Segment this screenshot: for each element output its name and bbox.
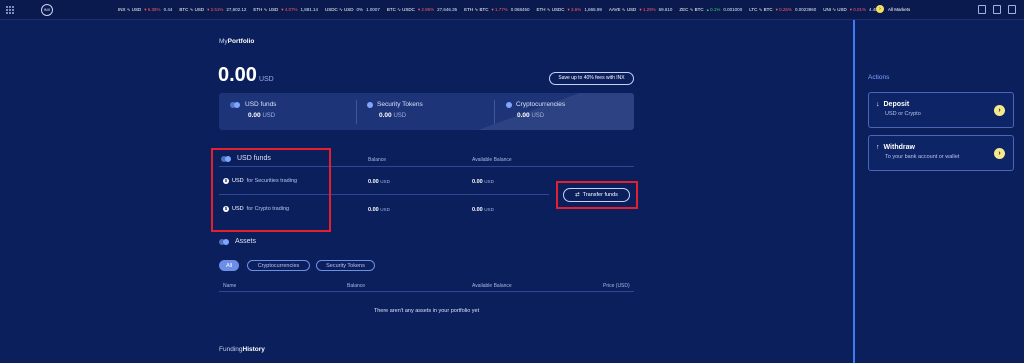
summary-security-tokens: Security Tokens 0.00 USD [367, 101, 423, 119]
filter-security-tokens[interactable]: Security Tokens [316, 260, 375, 271]
col-available-balance: Available Balance [472, 157, 512, 163]
ticker-pair: INX ∿ USD [118, 7, 142, 12]
portfolio-balance: 0.00 USD [218, 64, 274, 86]
ticker-price: 0.0023960 [794, 7, 817, 12]
ticker-item[interactable]: AAVE ∿ USD ▾ 1.29% 69.610 [609, 7, 673, 13]
arrow-down-icon: ↓ [876, 101, 880, 108]
ticker-price: 69.610 [658, 7, 673, 12]
ticker-price: 27,602.12 [226, 7, 247, 12]
securities-balance: 0.00 USD [368, 179, 390, 185]
all-markets-label: All Markets [888, 6, 911, 12]
ticker-pair: ETH ∿ USD [253, 7, 279, 12]
summary-cryptocurrencies: Cryptocurrencies 0.00 USD [506, 101, 565, 119]
ticker-pair: ETH ∿ USDC [536, 7, 565, 12]
deposit-action[interactable]: ↓ Deposit USD or Crypto › [868, 92, 1014, 128]
ticker-change: ▾ 0.25% [775, 7, 792, 12]
deposit-subtitle: USD or Crypto [885, 111, 921, 117]
ticker-change: ▾ 1.77% [491, 7, 508, 12]
actions-title: Actions [868, 74, 890, 81]
ticker-item[interactable]: ZEC ∿ BTC ▴ 0.1% 0.001000 [679, 7, 742, 13]
crypto-balance: 0.00 USD [368, 207, 390, 213]
ticker-item[interactable]: ETH ∿ BTC ▾ 1.77% 0.068450 [464, 7, 529, 13]
ticker-change: ▾ 2.51% [207, 7, 224, 12]
usd-funds-icon [230, 101, 241, 108]
highlight-usd-funds-box [211, 148, 331, 232]
ticker-item[interactable]: ETH ∿ USDC ▾ 3.6% 1,665.99 [537, 7, 602, 13]
header-icons [978, 5, 1016, 14]
ticker-change: ▾ 0.01% [849, 7, 867, 12]
withdraw-subtitle: To your bank account or wallet [885, 154, 960, 160]
col-balance: Balance [368, 157, 387, 163]
ticker-pair: BTC ∿ USDC [386, 7, 415, 12]
ticker-price: 1,665.99 [584, 7, 602, 12]
ticker-change: 0% [356, 7, 364, 12]
filter-all[interactable]: All [219, 260, 239, 271]
save-fees-button[interactable]: Save up to 40% fees with INX [549, 72, 634, 85]
profile-icon[interactable] [1008, 5, 1016, 14]
assets-heading: Assets [219, 238, 256, 245]
funding-history-title: FundingHistory [219, 346, 265, 353]
ticker-change: ▾ 1.29% [639, 7, 656, 12]
col-price: Price (USD) [603, 283, 630, 289]
page-title: MyPortfolio [219, 38, 255, 45]
ticker-pair: AAVE ∿ USD [608, 7, 637, 12]
market-ticker-bar: INX INX ∿ USD ▾ 6.35% 0.44 BTC ∿ USD ▾ 2.51%… [0, 0, 1024, 20]
panel-divider [853, 20, 855, 363]
summary-usd-funds: USD funds 0.00 USD [230, 101, 276, 119]
chevron-right-icon: › [876, 5, 884, 13]
ticker-price: 27,646.35 [437, 7, 458, 12]
ticker-item[interactable]: BTC ∿ USDC ▾ 2.95% 27,646.35 [387, 7, 457, 13]
ticker-item[interactable]: BTC ∿ USD ▾ 2.51% 27,602.12 [179, 7, 246, 13]
portfolio-summary-card: USD funds 0.00 USD Security Tokens 0.00 … [219, 93, 634, 130]
ticker-list: INX ∿ USD ▾ 6.35% 0.44 BTC ∿ USD ▾ 2.51% 27,6… [118, 7, 883, 13]
col-name: Name [223, 283, 237, 289]
col-asset-available: Available Balance [472, 283, 512, 289]
withdraw-action[interactable]: ↑ Withdraw To your bank account or wallet… [868, 135, 1014, 171]
ticker-price: 1.0007 [366, 7, 380, 12]
ticker-price: 0.068450 [510, 7, 530, 12]
chevron-right-icon[interactable]: › [994, 148, 1005, 159]
crypto-available: 0.00 USD [472, 207, 494, 213]
ticker-item[interactable]: USDC ∿ USD 0% 1.0007 [325, 7, 380, 13]
wallet-icon[interactable] [993, 5, 1001, 14]
ticker-price: 1,881.14 [300, 7, 319, 12]
arrow-up-icon: ↑ [876, 144, 880, 151]
ticker-pair: ZEC ∿ BTC [679, 7, 704, 12]
ticker-item[interactable]: INX ∿ USD ▾ 6.35% 0.44 [118, 7, 172, 13]
ticker-price: 0.001000 [723, 7, 743, 12]
ticker-change: ▾ 4.07% [281, 7, 298, 12]
assets-empty-message: There aren't any assets in your portfoli… [373, 308, 480, 314]
security-tokens-icon [367, 101, 373, 108]
ticker-price: 0.44 [163, 7, 173, 12]
apps-grid-icon[interactable] [6, 6, 14, 14]
ticker-change: ▾ 2.95% [417, 7, 435, 12]
ticker-change: ▾ 3.6% [567, 7, 582, 12]
cryptocurrencies-icon [506, 101, 512, 108]
ticker-pair: BTC ∿ USD [179, 7, 205, 12]
ticker-item[interactable]: UNI ∿ USD▾ 0.01%4.4897 [823, 7, 883, 13]
ticker-item[interactable]: ETH ∿ USD ▾ 4.07% 1,881.14 [253, 7, 318, 13]
ticker-pair: USDC ∿ USD [325, 7, 354, 12]
ticker-change: ▴ 0.1% [706, 7, 721, 12]
inx-logo[interactable]: INX [41, 4, 53, 16]
ticker-pair: ETH ∿ BTC [464, 7, 489, 12]
assets-icon [219, 238, 230, 245]
col-asset-balance: Balance [347, 283, 366, 289]
filter-cryptocurrencies[interactable]: Cryptocurrencies [247, 260, 310, 271]
securities-available: 0.00 USD [472, 179, 494, 185]
ticker-item[interactable]: LTC ∿ BTC ▾ 0.25% 0.0023960 [749, 7, 816, 13]
ticker-pair: LTC ∿ BTC [749, 7, 773, 12]
all-markets-link[interactable]: › All Markets [876, 5, 910, 13]
ticker-pair: UNI ∿ USD [823, 7, 847, 12]
ticker-change: ▾ 6.35% [144, 7, 161, 12]
chevron-right-icon[interactable]: › [994, 105, 1005, 116]
highlight-transfer-box [556, 181, 638, 209]
document-icon[interactable] [978, 5, 986, 14]
